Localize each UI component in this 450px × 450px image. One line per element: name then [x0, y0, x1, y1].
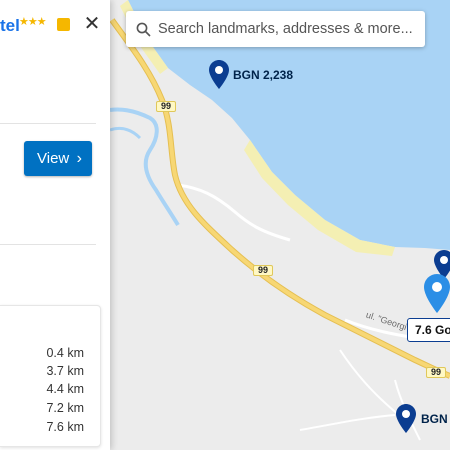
distance-value: 0.4 km: [46, 346, 84, 360]
distance-value: 4.4 km: [46, 382, 84, 396]
hotel-title[interactable]: tel: [0, 16, 20, 36]
marker-price-label[interactable]: BGN 1: [421, 412, 450, 426]
divider: [0, 244, 96, 245]
marker-price-label[interactable]: BGN 2,238: [233, 68, 293, 82]
view-button[interactable]: View ›: [24, 141, 92, 176]
close-button[interactable]: ✕: [82, 12, 102, 36]
search-icon: [136, 22, 151, 37]
map-marker-pin[interactable]: [396, 404, 416, 434]
map-marker-pin[interactable]: [209, 60, 229, 90]
star-rating: ★★★: [19, 16, 47, 28]
selected-hotel-label[interactable]: 7.6 Goo: [407, 318, 450, 342]
search-bar[interactable]: [126, 11, 425, 47]
chevron-right-icon: ›: [76, 150, 82, 167]
distance-value: 3.7 km: [46, 364, 84, 378]
view-button-label: View: [37, 150, 70, 167]
distance-value: 7.6 km: [46, 420, 84, 434]
search-input[interactable]: [158, 11, 418, 47]
selected-hotel-pin[interactable]: [424, 274, 450, 314]
road-shield: 99: [156, 101, 176, 112]
divider: [0, 123, 96, 124]
distance-list: 0.4 km 3.7 km 4.4 km 7.2 km 7.6 km: [0, 305, 101, 447]
road-shield: 99: [253, 265, 273, 276]
distance-value: 7.2 km: [46, 401, 84, 415]
road-shield: 99: [426, 367, 446, 378]
thumbs-up-badge-icon: [57, 18, 70, 31]
hotel-side-panel: tel ★★★ ✕ View › 0.4 km 3.7 km 4.4 km 7.…: [0, 0, 110, 450]
